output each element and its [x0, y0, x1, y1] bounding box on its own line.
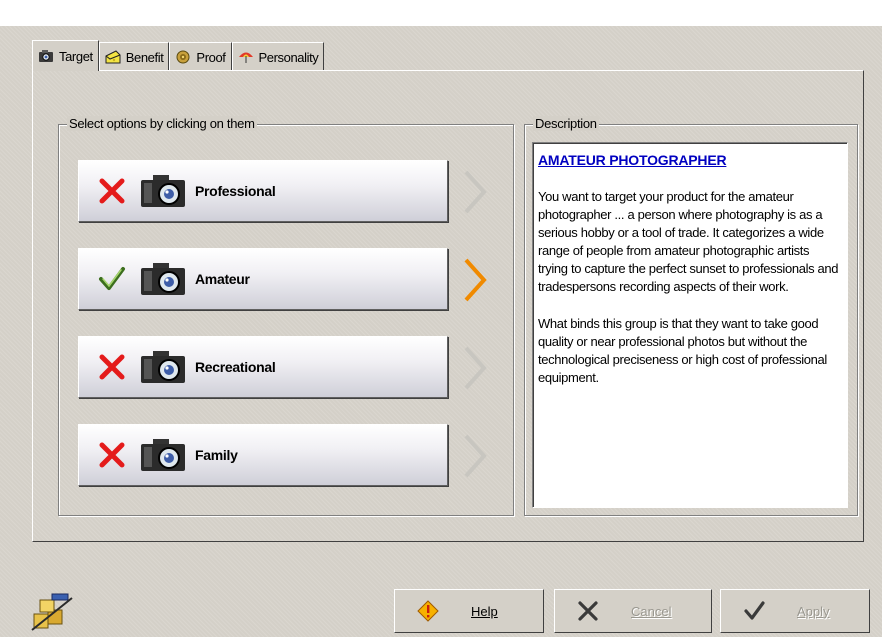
chevron-right-icon[interactable] — [462, 168, 488, 216]
tab-label: Proof — [196, 49, 226, 65]
option-label: Amateur — [195, 271, 250, 287]
camera-icon — [141, 351, 185, 383]
option-label: Family — [195, 447, 238, 463]
description-paragraph: What binds this group is that they want … — [538, 316, 827, 385]
tab-label: Personality — [258, 49, 319, 65]
chevron-right-icon[interactable] — [462, 256, 488, 304]
description-title: AMATEUR PHOTOGRAPHER — [538, 152, 727, 168]
apply-button[interactable]: Apply — [720, 589, 870, 633]
tab-benefit[interactable]: Benefit — [98, 42, 170, 71]
flower-icon — [176, 50, 190, 64]
cheese-icon — [105, 50, 121, 64]
cross-icon — [97, 440, 127, 470]
check-icon — [744, 601, 765, 620]
app-logo-icon — [31, 593, 73, 631]
top-margin — [0, 0, 891, 26]
help-button[interactable]: Help — [394, 589, 544, 633]
option-label: Recreational — [195, 359, 276, 375]
tab-personality[interactable]: Personality — [231, 42, 325, 71]
option-family-button[interactable]: Family — [78, 424, 448, 486]
help-button-label: Help — [471, 603, 498, 619]
camera-icon — [39, 50, 53, 62]
tab-label: Target — [59, 48, 93, 64]
chevron-right-icon[interactable] — [462, 344, 488, 392]
cross-icon — [97, 352, 127, 382]
options-group-label: Select options by clicking on them — [67, 116, 257, 131]
description-text-box[interactable]: AMATEUR PHOTOGRAPHER You want to target … — [532, 142, 848, 508]
option-recreational-button[interactable]: Recreational — [78, 336, 448, 398]
tab-label: Benefit — [125, 49, 164, 65]
option-amateur-button[interactable]: Amateur — [78, 248, 448, 310]
description-group-label: Description — [533, 116, 599, 131]
cancel-button-label: Cancel — [631, 603, 672, 619]
close-icon — [578, 601, 598, 621]
dialog-window: Target Benefit Proof Personality Select … — [0, 0, 891, 637]
check-icon — [97, 264, 127, 294]
camera-icon — [141, 263, 185, 295]
umbrella-icon — [238, 52, 253, 63]
tab-target[interactable]: Target — [32, 40, 99, 71]
help-diamond-icon — [417, 600, 439, 622]
cancel-button[interactable]: Cancel — [554, 589, 712, 633]
chevron-right-icon[interactable] — [462, 432, 488, 480]
cross-icon — [97, 176, 127, 206]
right-margin — [882, 26, 891, 637]
option-professional-button[interactable]: Professional — [78, 160, 448, 222]
description-paragraph: You want to target your product for the … — [538, 189, 839, 294]
option-label: Professional — [195, 183, 276, 199]
apply-button-label: Apply — [797, 603, 830, 619]
tab-strip: Target Benefit Proof Personality — [32, 40, 325, 71]
tab-proof[interactable]: Proof — [169, 42, 232, 71]
camera-icon — [141, 175, 185, 207]
camera-icon — [141, 439, 185, 471]
